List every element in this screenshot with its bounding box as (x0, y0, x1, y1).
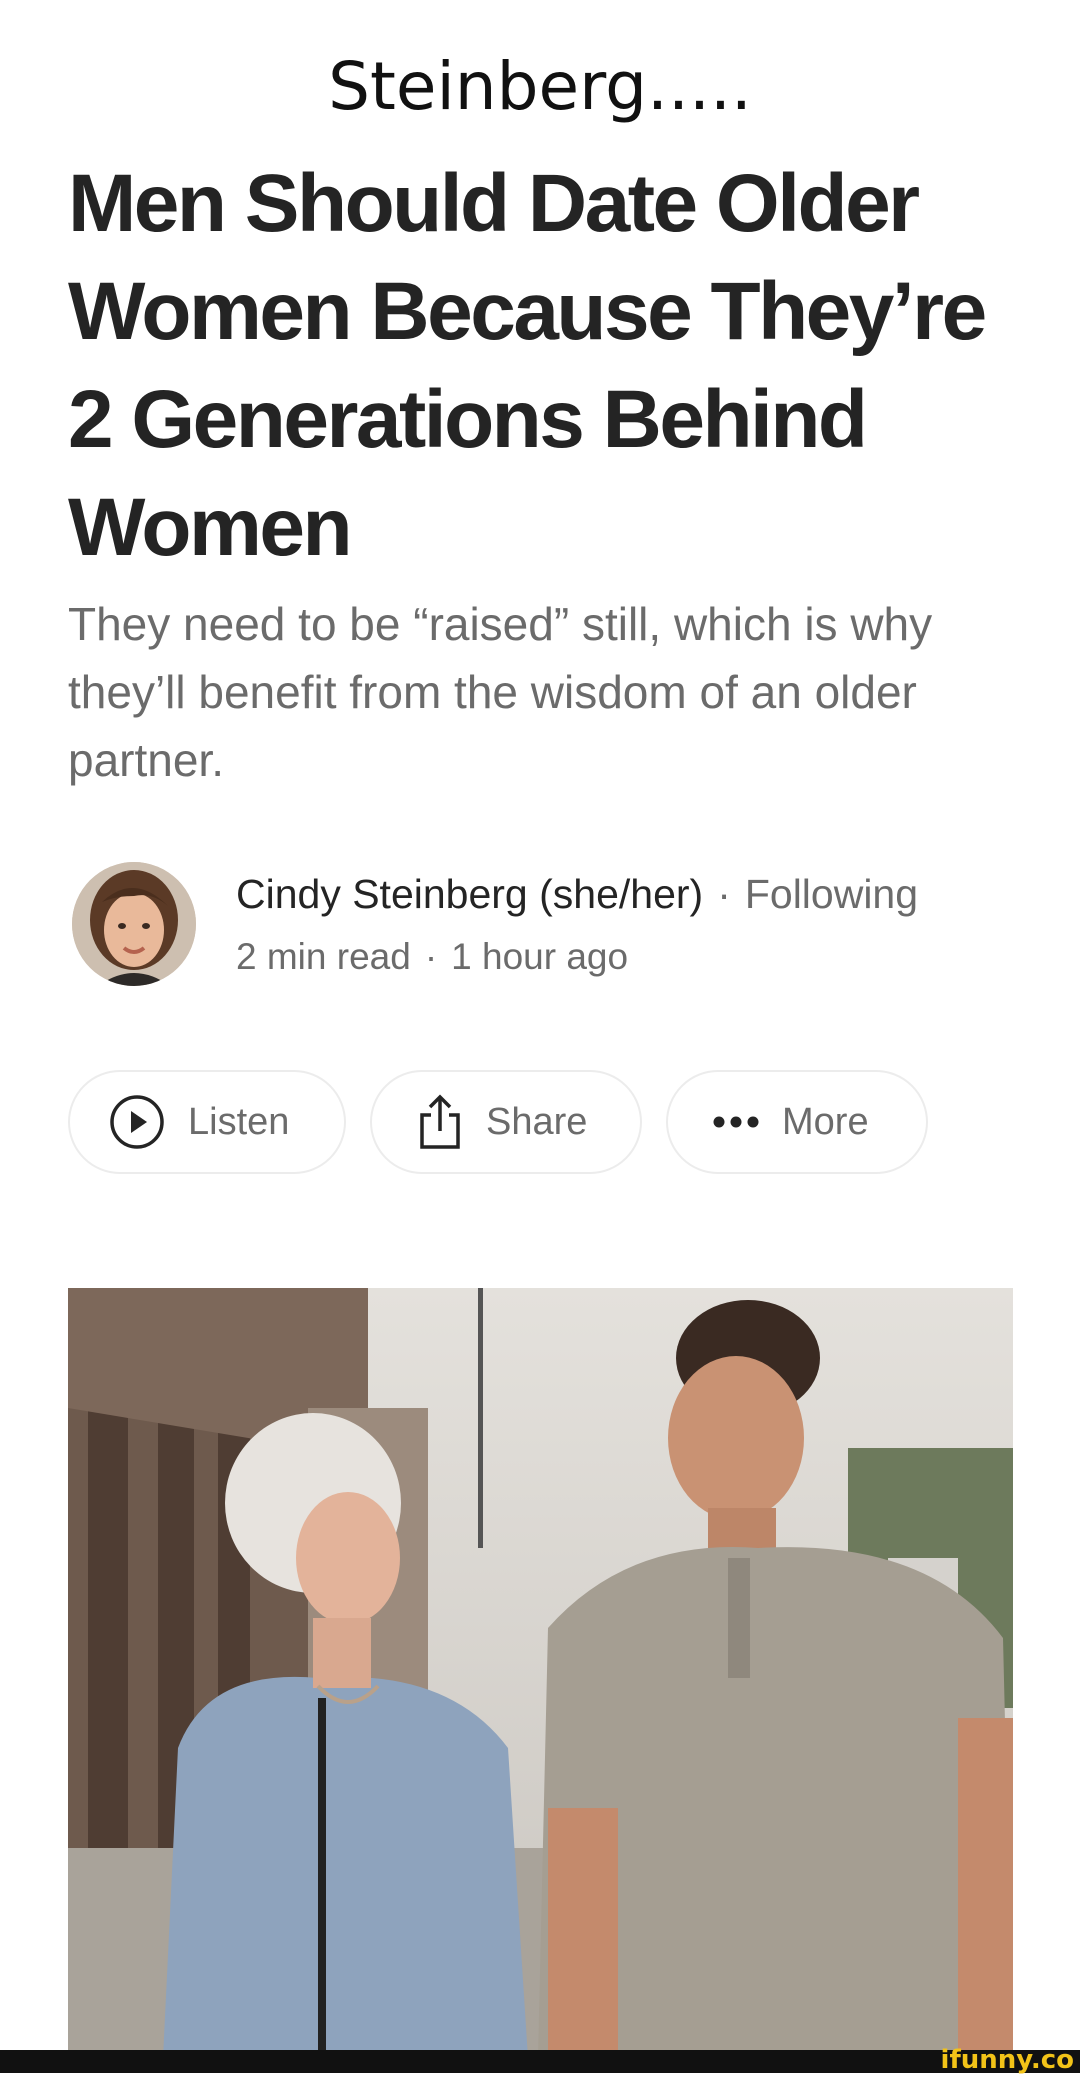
article-subtitle: They need to be “raised” still, which is… (68, 598, 933, 786)
published-time: 1 hour ago (451, 936, 629, 977)
article-title: Men Should Date Older Women Because They… (68, 158, 987, 573)
listen-button[interactable]: Listen (68, 1070, 346, 1174)
author-line: Cindy Steinberg (she/her) · Following (236, 866, 918, 922)
share-label: Share (486, 1100, 588, 1143)
share-icon (416, 1093, 464, 1151)
article-actions: Listen Share More (68, 1070, 1028, 1174)
separator-dot: · (717, 871, 731, 917)
share-button[interactable]: Share (370, 1070, 642, 1174)
listen-label: Listen (188, 1100, 290, 1143)
author-avatar[interactable] (72, 862, 196, 986)
play-circle-icon (108, 1093, 166, 1151)
separator-dot: · (424, 936, 438, 977)
author-row: Cindy Steinberg (she/her) · Following 2 mi… (72, 860, 1012, 986)
more-dots-icon (712, 1112, 760, 1132)
more-button[interactable]: More (666, 1070, 928, 1174)
follow-button[interactable]: Following (745, 871, 918, 917)
meme-caption: Steinberg..... (328, 48, 752, 125)
footer-bar (0, 2050, 1080, 2073)
author-name[interactable]: Cindy Steinberg (she/her) (236, 871, 703, 917)
ifunny-watermark: ifunny.co (940, 2045, 1074, 2075)
article-meta: 2 min read · 1 hour ago (236, 932, 628, 982)
more-label: More (782, 1100, 869, 1143)
read-time: 2 min read (236, 936, 411, 977)
hero-image (68, 1288, 1013, 2058)
